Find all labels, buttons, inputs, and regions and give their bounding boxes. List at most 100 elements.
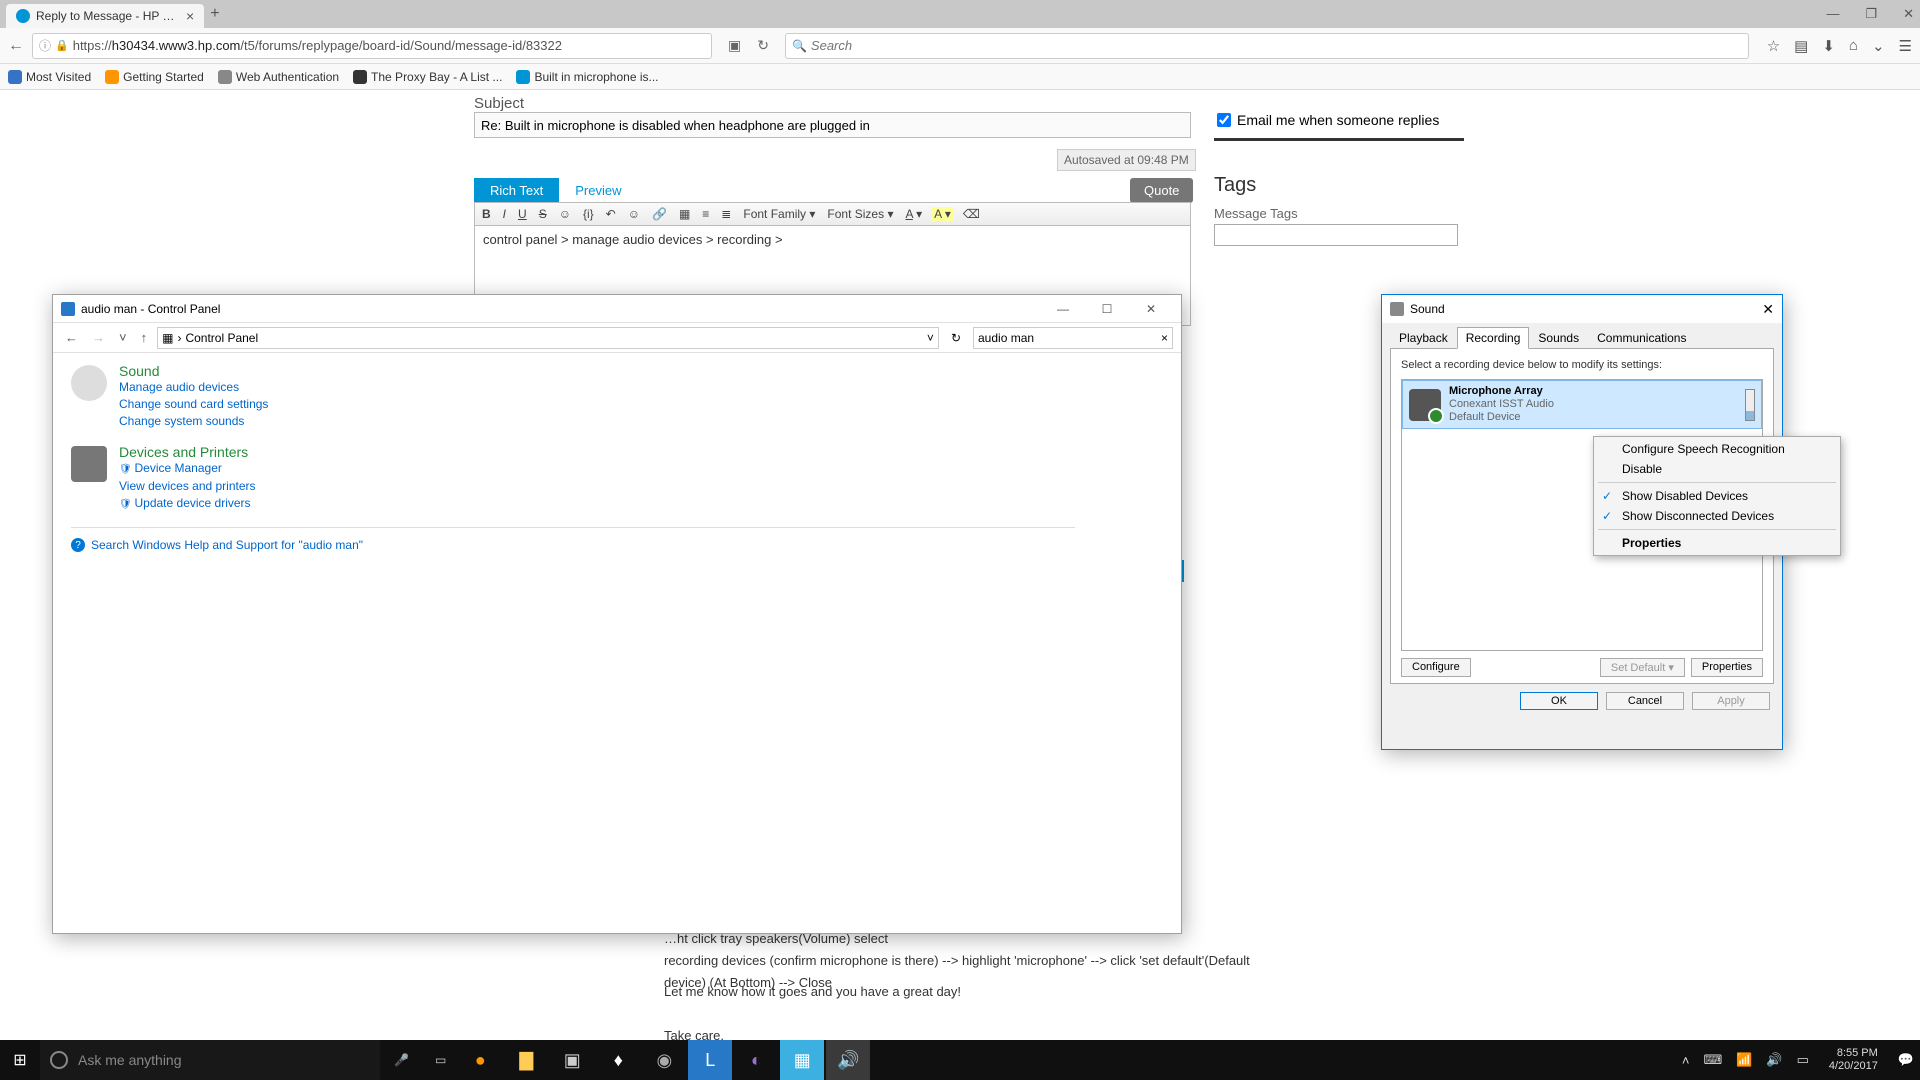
font-color-button[interactable]: A ▾ (902, 207, 925, 221)
emoji-button[interactable]: ☺ (556, 207, 574, 221)
cp-devices-title[interactable]: Devices and Printers (119, 444, 256, 460)
cp-help-link[interactable]: ? Search Windows Help and Support for "a… (71, 527, 1075, 552)
cp-search-clear-icon[interactable]: × (1161, 331, 1168, 345)
tab-playback[interactable]: Playback (1390, 327, 1457, 349)
library-icon[interactable]: ▤ (1794, 37, 1808, 55)
cp-link-device-manager[interactable]: Device Manager (119, 460, 256, 478)
start-button[interactable]: ⊞ (0, 1050, 40, 1070)
smiley-button[interactable]: ☺ (625, 207, 643, 221)
clear-format-button[interactable]: ⌫ (960, 207, 983, 221)
cp-minimize-button[interactable]: — (1041, 295, 1085, 323)
bookmark-getting-started[interactable]: Getting Started (105, 70, 204, 84)
font-size-select[interactable]: Font Sizes ▾ (824, 207, 896, 221)
bookmark-web-auth[interactable]: Web Authentication (218, 70, 339, 84)
tab-close-icon[interactable]: × (186, 8, 194, 24)
subject-input[interactable] (474, 112, 1191, 138)
sound-close-button[interactable]: ✕ (1762, 301, 1774, 318)
ctx-show-disconnected[interactable]: Show Disconnected Devices (1594, 506, 1840, 526)
window-maximize-button[interactable]: ❐ (1865, 6, 1877, 22)
notify-checkbox[interactable] (1217, 113, 1231, 127)
ctx-disable[interactable]: Disable (1594, 459, 1840, 479)
cp-breadcrumb[interactable]: ▦ › Control Panel ˅ (157, 327, 939, 349)
tab-rich-text[interactable]: Rich Text (474, 178, 559, 203)
set-default-button[interactable]: Set Default ▾ (1600, 658, 1685, 677)
tab-recording[interactable]: Recording (1457, 327, 1530, 349)
back-button[interactable]: ← (8, 37, 24, 55)
highlight-button[interactable]: A ▾ (931, 207, 954, 221)
bookmark-hp-mic[interactable]: Built in microphone is... (516, 70, 658, 84)
menu-icon[interactable]: ☰ (1899, 37, 1912, 55)
pocket-icon[interactable]: ⌄ (1872, 37, 1885, 55)
taskbar-steam[interactable]: ◉ (642, 1040, 686, 1080)
cp-up-button[interactable]: ↑ (137, 330, 152, 345)
taskbar-sound[interactable]: 🔊 (826, 1040, 870, 1080)
cortana-search[interactable]: Ask me anything (40, 1040, 380, 1080)
bookmark-proxy-bay[interactable]: The Proxy Bay - A List ... (353, 70, 502, 84)
cancel-button[interactable]: Cancel (1606, 692, 1684, 710)
cp-refresh-button[interactable]: ↻ (945, 331, 967, 345)
cp-search-box[interactable]: audio man × (973, 327, 1173, 349)
ctx-configure-speech[interactable]: Configure Speech Recognition (1594, 439, 1840, 459)
ctx-properties[interactable]: Properties (1594, 533, 1840, 553)
sound-titlebar[interactable]: Sound ✕ (1382, 295, 1782, 323)
taskbar-explorer[interactable]: ▇ (504, 1040, 548, 1080)
tab-preview[interactable]: Preview (559, 178, 637, 203)
image-button[interactable]: ▦ (676, 207, 693, 221)
taskbar-controlpanel[interactable]: ▦ (780, 1040, 824, 1080)
bold-button[interactable]: B (479, 207, 494, 221)
site-info-icon[interactable]: ⓘ (39, 37, 51, 54)
taskbar-store[interactable]: ▣ (550, 1040, 594, 1080)
cp-link-system-sounds[interactable]: Change system sounds (119, 413, 268, 430)
system-clock[interactable]: 8:55 PM 4/20/2017 (1823, 1047, 1884, 1073)
taskbar-app-purple[interactable]: ◐ (734, 1040, 778, 1080)
cp-link-manage-audio[interactable]: Manage audio devices (119, 379, 268, 396)
tab-sounds[interactable]: Sounds (1529, 327, 1588, 349)
device-microphone-array[interactable]: Microphone Array Conexant ISST Audio Def… (1402, 380, 1762, 429)
notifications-icon[interactable]: 💬 (1898, 1052, 1914, 1068)
cp-link-update-drivers[interactable]: Update device drivers (119, 495, 256, 513)
browser-search-box[interactable]: 🔍 (785, 33, 1749, 59)
tray-wifi-icon[interactable]: 📶 (1736, 1052, 1752, 1068)
code-button[interactable]: {i} (580, 207, 597, 221)
cortana-mic-icon[interactable]: 🎤 (380, 1053, 423, 1067)
font-family-select[interactable]: Font Family ▾ (740, 207, 818, 221)
downloads-icon[interactable]: ⬇ (1822, 37, 1835, 55)
italic-button[interactable]: I (500, 207, 509, 221)
quote-button[interactable]: Quote (1130, 178, 1193, 203)
reader-view-icon[interactable]: ▣ (728, 37, 741, 54)
undo-button[interactable]: ↶ (603, 207, 619, 221)
ul-button[interactable]: ≣ (718, 207, 734, 221)
notify-checkbox-row[interactable]: Email me when someone replies (1217, 112, 1439, 128)
window-close-button[interactable]: ✕ (1903, 6, 1914, 22)
cp-link-soundcard[interactable]: Change sound card settings (119, 396, 268, 413)
cp-back-button[interactable]: ← (61, 330, 82, 345)
tray-battery-icon[interactable]: ▭ (1797, 1052, 1809, 1068)
ol-button[interactable]: ≡ (699, 207, 712, 221)
bookmark-most-visited[interactable]: Most Visited (8, 70, 91, 84)
tray-chevron-icon[interactable]: ˄ (1682, 1053, 1690, 1068)
cp-titlebar[interactable]: audio man - Control Panel — ☐ ✕ (53, 295, 1181, 323)
cp-forward-button[interactable]: → (88, 330, 109, 345)
cp-history-dropdown[interactable]: ˅ (115, 330, 131, 345)
tray-volume-icon[interactable]: 🔊 (1766, 1052, 1782, 1068)
ok-button[interactable]: OK (1520, 692, 1598, 710)
properties-button[interactable]: Properties (1691, 658, 1763, 677)
home-icon[interactable]: ⌂ (1849, 37, 1858, 55)
underline-button[interactable]: U (515, 207, 530, 221)
strike-button[interactable]: S (536, 207, 550, 221)
cp-close-button[interactable]: ✕ (1129, 295, 1173, 323)
taskbar-app-l[interactable]: L (688, 1040, 732, 1080)
tray-keyboard-icon[interactable]: ⌨ (1703, 1052, 1722, 1068)
search-input[interactable] (811, 38, 1742, 53)
link-button[interactable]: 🔗 (649, 207, 670, 221)
taskbar-dropbox[interactable]: ♦ (596, 1040, 640, 1080)
new-tab-button[interactable]: + (210, 5, 219, 23)
taskbar-firefox[interactable]: ● (458, 1040, 502, 1080)
reload-button[interactable]: ↻ (757, 37, 769, 54)
task-view-button[interactable]: ▭ (423, 1053, 458, 1067)
tab-communications[interactable]: Communications (1588, 327, 1695, 349)
tags-input[interactable] (1214, 224, 1458, 246)
configure-button[interactable]: Configure (1401, 658, 1471, 677)
ctx-show-disabled[interactable]: Show Disabled Devices (1594, 486, 1840, 506)
cp-sound-title[interactable]: Sound (119, 363, 268, 379)
